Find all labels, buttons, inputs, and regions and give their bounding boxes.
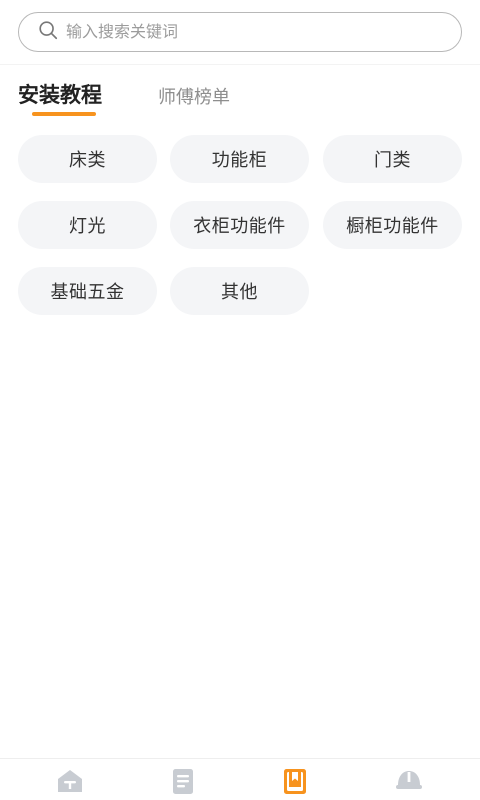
home-icon [55, 766, 85, 800]
search-icon [37, 19, 59, 45]
tab-master-ranking[interactable]: 师傅榜单 [158, 78, 230, 114]
category-chip-other[interactable]: 其他 [170, 267, 309, 315]
document-icon [168, 766, 198, 800]
nav-tutorials[interactable] [280, 768, 310, 798]
tab-install-tutorial[interactable]: 安装教程 [18, 76, 102, 112]
category-chip-door[interactable]: 门类 [323, 135, 462, 183]
nav-profile[interactable] [394, 768, 424, 798]
app-screen: 输入搜索关键词 安装教程 师傅榜单 床类 功能柜 门类 灯光 衣柜功能件 橱柜功… [0, 0, 480, 800]
category-chip-cupboard-parts[interactable]: 橱柜功能件 [323, 201, 462, 249]
nav-home[interactable] [55, 768, 85, 798]
tab-bar: 安装教程 师傅榜单 [0, 76, 480, 120]
bottom-navigation [0, 758, 480, 800]
category-chip-basic-hardware[interactable]: 基础五金 [18, 267, 157, 315]
book-icon [280, 766, 310, 800]
category-chip-bed[interactable]: 床类 [18, 135, 157, 183]
active-tab-indicator [32, 112, 96, 116]
category-chip-lighting[interactable]: 灯光 [18, 201, 157, 249]
category-chip-wardrobe-parts[interactable]: 衣柜功能件 [170, 201, 309, 249]
nav-orders[interactable] [168, 768, 198, 798]
search-placeholder: 输入搜索关键词 [66, 22, 179, 41]
header-divider [0, 64, 480, 65]
helmet-icon [394, 766, 424, 800]
search-bar: 输入搜索关键词 [18, 12, 462, 52]
search-input[interactable]: 输入搜索关键词 [18, 12, 462, 52]
category-chip-function-cabinet[interactable]: 功能柜 [170, 135, 309, 183]
